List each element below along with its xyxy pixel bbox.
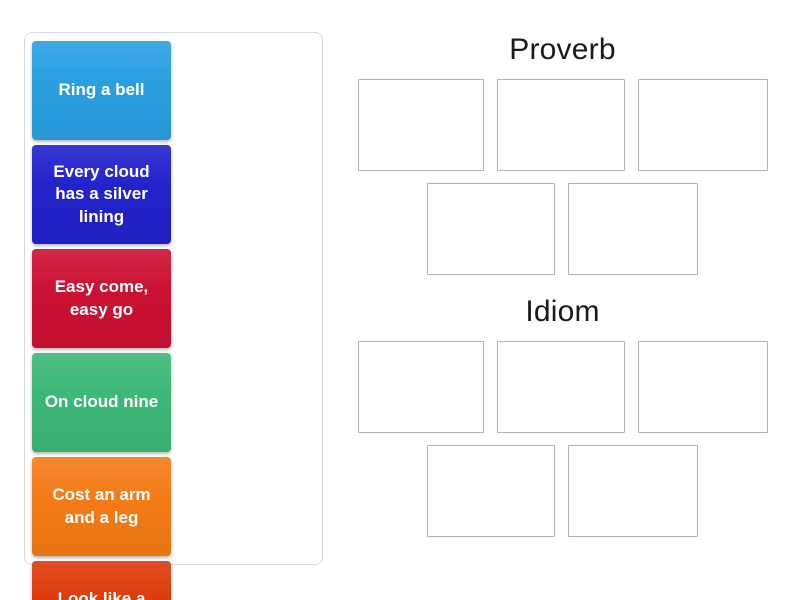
answer-tile-label: Cost an arm and a leg	[52, 485, 151, 527]
drop-zone[interactable]	[427, 445, 555, 537]
category-proverb: Proverb	[345, 32, 780, 275]
activity-stage: Ring a bell Every cloud has a silver lini…	[0, 0, 800, 600]
category-list: Proverb Idiom	[345, 32, 780, 572]
answer-tile[interactable]: Look like a million bucks	[32, 561, 171, 600]
drop-zone[interactable]	[568, 183, 698, 275]
drop-zone[interactable]	[427, 183, 555, 275]
answer-tile-label: On cloud nine	[44, 392, 159, 412]
drop-zone-row	[345, 445, 780, 537]
drop-zone[interactable]	[568, 445, 698, 537]
answer-tile[interactable]: Easy come, easy go	[32, 249, 171, 348]
category-title: Idiom	[525, 295, 600, 328]
answer-tile[interactable]: Every cloud has a silver lining	[32, 145, 171, 244]
drop-zone[interactable]	[637, 341, 768, 433]
tile-tray: Ring a bell Every cloud has a silver lini…	[24, 32, 323, 600]
drop-zone[interactable]	[496, 79, 625, 171]
drop-zone-row	[345, 341, 780, 433]
drop-zone-row	[345, 79, 780, 171]
answer-tile[interactable]: Ring a bell	[32, 41, 171, 140]
drop-zone[interactable]	[357, 341, 484, 433]
drop-zone[interactable]	[637, 79, 768, 171]
answer-tile-label: Look like a million bucks	[57, 589, 146, 600]
answer-tile[interactable]: On cloud nine	[32, 353, 171, 452]
answer-tile-label: Ring a bell	[58, 80, 145, 100]
answer-tile[interactable]: Cost an arm and a leg	[32, 457, 171, 556]
category-title: Proverb	[509, 33, 616, 66]
drop-zone[interactable]	[357, 79, 484, 171]
category-idiom: Idiom	[345, 294, 780, 537]
answer-tile-label: Every cloud has a silver lining	[53, 161, 150, 226]
drop-zone-row	[345, 183, 780, 275]
drop-zone[interactable]	[496, 341, 625, 433]
answer-tile-label: Easy come, easy go	[54, 277, 149, 319]
